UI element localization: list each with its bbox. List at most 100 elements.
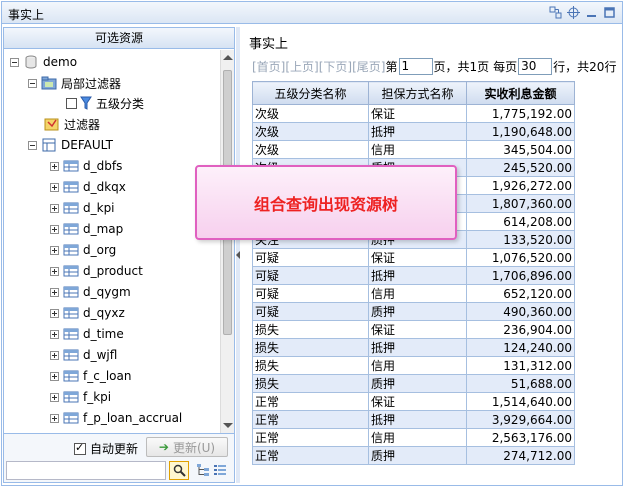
table-cell: 245,520.00 <box>466 158 575 177</box>
tree-node-table[interactable]: d_map <box>50 219 123 239</box>
table-cell: 可疑 <box>252 302 369 321</box>
expand-toggle-icon[interactable] <box>50 182 59 192</box>
collapse-toggle-icon[interactable] <box>28 140 37 150</box>
auto-update-checkbox[interactable] <box>74 441 86 455</box>
result-panel: 事实上 [首页] [上页] [下页] [尾页] 第 1 页，共1页 每页 30 … <box>241 27 621 483</box>
table-row[interactable]: 可疑 抵押 1,706,896.00 <box>252 266 575 285</box>
panel-splitter[interactable] <box>236 27 240 483</box>
expand-toggle-icon[interactable] <box>50 329 59 339</box>
table-cell: 正常 <box>252 392 369 411</box>
table-cell: 保证 <box>368 248 467 267</box>
expand-toggle-icon[interactable] <box>50 350 59 360</box>
tree-node-five-level[interactable]: 五级分类 <box>66 93 144 113</box>
expand-toggle-icon[interactable] <box>50 308 59 318</box>
tree-node-table[interactable]: d_time <box>50 324 124 344</box>
crosshair-icon[interactable] <box>567 6 580 19</box>
tree-node-table[interactable]: f_c_loan <box>50 366 131 386</box>
collapse-toggle-icon[interactable] <box>10 57 19 67</box>
scroll-down-icon[interactable] <box>223 423 233 428</box>
table-row[interactable]: 正常 质押 274,712.00 <box>252 446 575 465</box>
table-row[interactable]: 正常 信用 2,563,176.00 <box>252 428 575 447</box>
collapse-arrow-icon[interactable] <box>236 251 240 259</box>
table-row[interactable]: 损失 质押 51,688.00 <box>252 374 575 393</box>
tree-node-table[interactable]: d_org <box>50 240 116 260</box>
result-table: 五级分类名称 担保方式名称 实收利息金额 次级 保证 1,775,192.00 次级抵… <box>252 81 575 465</box>
table-row[interactable]: 损失 抵押 124,240.00 <box>252 338 575 357</box>
search-input[interactable] <box>6 461 166 480</box>
table-cell: 490,360.00 <box>466 302 575 321</box>
per-page-prefix: 每页 <box>493 60 518 74</box>
arrow-right-icon: ➔ <box>158 440 169 454</box>
prev-page-link[interactable]: [上页] <box>285 58 318 75</box>
tree-node-label: demo <box>43 55 78 69</box>
table-cell: 51,688.00 <box>466 374 575 393</box>
minimize-icon[interactable] <box>585 6 598 19</box>
table-row[interactable]: 次级 抵押 1,190,648.00 <box>252 122 575 141</box>
table-cell: 131,312.00 <box>466 356 575 375</box>
table-cell: 质押 <box>368 446 467 465</box>
table-row[interactable]: 次级 保证 1,775,192.00 <box>252 104 575 123</box>
tree-node-table[interactable]: d_kpi <box>50 198 115 218</box>
table-icon <box>63 244 79 256</box>
table-body: 次级 保证 1,775,192.00 次级 抵押 1,190,648.00 次级 信用 345,… <box>252 104 575 465</box>
per-page-input[interactable]: 30 <box>518 58 553 75</box>
column-header[interactable]: 担保方式名称 <box>368 81 467 105</box>
tree-node-table[interactable]: f_p_loan_accrual <box>50 408 182 428</box>
tree-node-table[interactable]: f_kpi <box>50 387 111 407</box>
expand-toggle-icon[interactable] <box>50 287 59 297</box>
expand-toggle-icon[interactable] <box>50 413 59 423</box>
search-button[interactable] <box>169 461 189 480</box>
expand-toggle-icon[interactable] <box>50 161 59 171</box>
expand-toggle-icon[interactable] <box>50 203 59 213</box>
expand-toggle-icon[interactable] <box>50 245 59 255</box>
first-page-link[interactable]: [首页] <box>252 58 285 75</box>
expand-toggle-icon[interactable] <box>50 371 59 381</box>
resource-panel-header: 可选资源 <box>4 28 234 49</box>
auto-update-label: 自动更新 <box>90 442 139 456</box>
five-level-checkbox[interactable] <box>66 97 77 109</box>
tree-view-icon[interactable] <box>196 463 210 477</box>
layout-icon[interactable] <box>549 6 562 19</box>
tree-node-default[interactable]: DEFAULT <box>28 135 113 155</box>
tree-node-table[interactable]: d_wjfl <box>50 345 117 365</box>
table-row[interactable]: 损失 保证 236,904.00 <box>252 320 575 339</box>
pager: [首页] [上页] [下页] [尾页] 第 1 页，共1页 每页 30 行，共2… <box>252 58 616 75</box>
maximize-icon[interactable] <box>603 6 616 19</box>
table-row[interactable]: 可疑 质押 490,360.00 <box>252 302 575 321</box>
tree-scrollbar[interactable] <box>220 50 234 433</box>
table-cell: 可疑 <box>252 284 369 303</box>
table-cell: 次级 <box>252 104 369 123</box>
table-cell: 抵押 <box>368 338 467 357</box>
tree-node-table[interactable]: d_qyxz <box>50 303 125 323</box>
update-button[interactable]: ➔ 更新(U) <box>146 437 228 457</box>
table-row[interactable]: 损失 信用 131,312.00 <box>252 356 575 375</box>
tree-node-filters[interactable]: 过滤器 <box>44 114 100 134</box>
table-row[interactable]: 可疑 信用 652,120.00 <box>252 284 575 303</box>
tree-node-table[interactable]: d_product <box>50 261 143 281</box>
tree-node-table[interactable]: d_qygm <box>50 282 131 302</box>
tree-node-table[interactable]: d_dkqx <box>50 177 126 197</box>
collapse-toggle-icon[interactable] <box>28 78 37 88</box>
expand-toggle-icon[interactable] <box>50 224 59 234</box>
table-row[interactable]: 正常 保证 1,514,640.00 <box>252 392 575 411</box>
tree-node-demo[interactable]: demo <box>10 52 77 72</box>
expand-toggle-icon[interactable] <box>50 266 59 276</box>
tree-node-table[interactable]: d_dbfs <box>50 156 122 176</box>
column-header[interactable]: 五级分类名称 <box>252 81 369 105</box>
table-row[interactable]: 可疑 保证 1,076,520.00 <box>252 248 575 267</box>
table-row[interactable]: 正常 抵押 3,929,664.00 <box>252 410 575 429</box>
last-page-link[interactable]: [尾页] <box>352 58 385 75</box>
table-row[interactable]: 次级 信用 345,504.00 <box>252 140 575 159</box>
page-prefix: 第 <box>385 60 398 74</box>
expand-toggle-icon[interactable] <box>50 392 59 402</box>
table-cell: 损失 <box>252 374 369 393</box>
column-header[interactable]: 实收利息金额 <box>466 81 575 105</box>
table-cell: 信用 <box>368 356 467 375</box>
tree-node-local-filters[interactable]: 局部过滤器 <box>28 73 121 93</box>
auto-update-toggle[interactable]: 自动更新 <box>74 440 138 457</box>
page-number-input[interactable]: 1 <box>398 58 433 75</box>
table-cell: 236,904.00 <box>466 320 575 339</box>
scroll-up-icon[interactable] <box>223 55 233 60</box>
next-page-link[interactable]: [下页] <box>319 58 352 75</box>
list-view-icon[interactable] <box>213 463 227 477</box>
